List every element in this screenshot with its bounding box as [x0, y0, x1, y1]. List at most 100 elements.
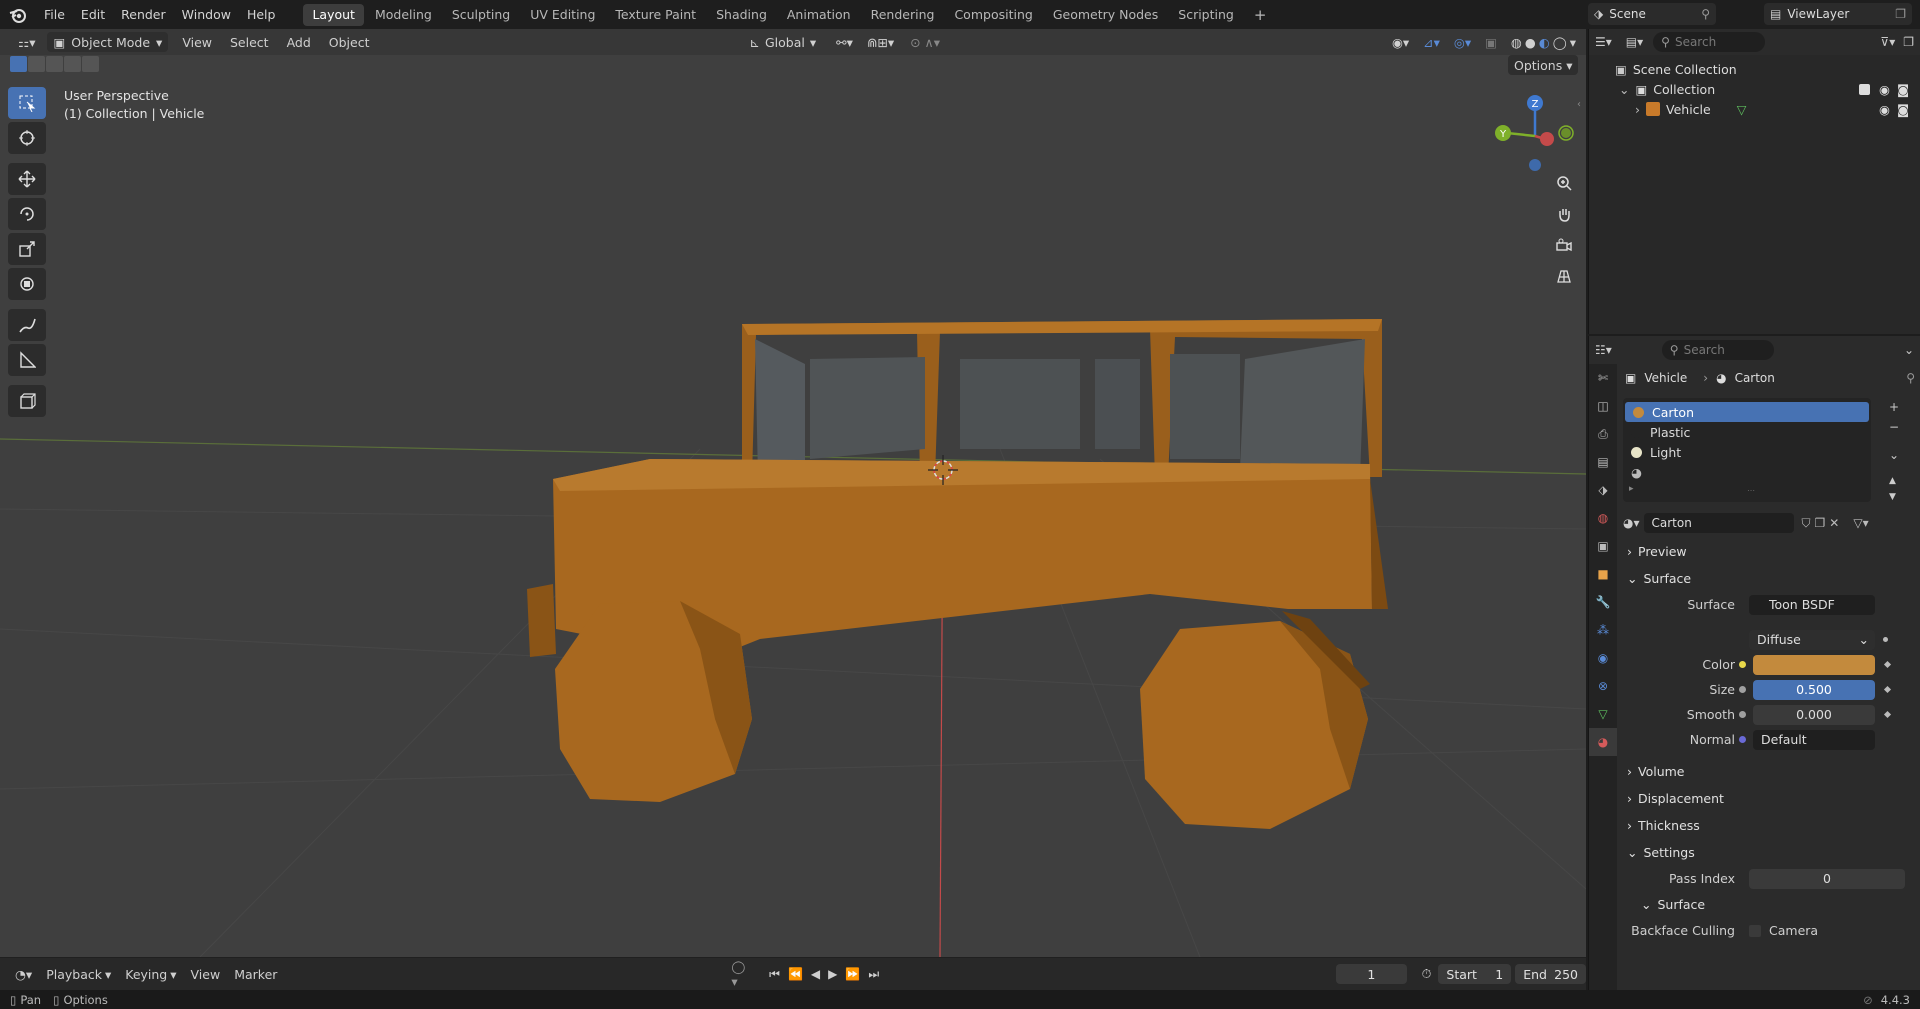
tab-texture-paint[interactable]: Texture Paint: [606, 4, 705, 26]
panel-preview[interactable]: › Preview: [1619, 538, 1920, 565]
tab-shading[interactable]: Shading: [707, 4, 776, 26]
3d-viewport[interactable]: ⚏▾ ▣ Object Mode ▾ View Select Add Objec…: [0, 29, 1586, 957]
timeline-editor-icon[interactable]: ◔▾: [8, 967, 39, 982]
camera-view-icon[interactable]: [1550, 231, 1578, 259]
color-swatch-field[interactable]: [1753, 654, 1875, 675]
timeline-view-menu[interactable]: View: [184, 967, 228, 982]
scene-tab-icon[interactable]: ⬗: [1589, 476, 1617, 504]
view-layer-selector[interactable]: ▤ ViewLayer ❐: [1764, 3, 1912, 25]
fake-user-icon[interactable]: ⛉: [1802, 516, 1811, 531]
tab-geometry-nodes[interactable]: Geometry Nodes: [1044, 4, 1167, 26]
snap-icon[interactable]: ⋒⊞▾: [861, 32, 900, 52]
select-intersect-icon[interactable]: [82, 56, 99, 72]
panel-thickness[interactable]: › Thickness: [1619, 812, 1920, 839]
chevron-left-icon[interactable]: ‹: [1577, 99, 1581, 110]
select-new-icon[interactable]: [10, 56, 27, 72]
tab-scripting[interactable]: Scripting: [1169, 4, 1243, 26]
menu-select[interactable]: Select: [224, 32, 275, 52]
material-shading-icon[interactable]: ◐: [1539, 35, 1550, 50]
material-slot-carton[interactable]: Carton: [1625, 402, 1869, 422]
surface-shader-field[interactable]: Toon BSDF: [1749, 594, 1875, 615]
menu-help[interactable]: Help: [239, 0, 284, 29]
next-keyframe-icon[interactable]: ⏩: [845, 967, 860, 981]
annotate-tool-icon[interactable]: [8, 309, 46, 341]
xray-toggle-icon[interactable]: ▣: [1479, 32, 1503, 52]
material-name-field[interactable]: Carton: [1643, 513, 1794, 533]
prev-keyframe-icon[interactable]: ⏪: [788, 967, 803, 981]
menu-render[interactable]: Render: [113, 0, 174, 29]
outliner-editor-icon[interactable]: ☰▾: [1595, 35, 1612, 49]
select-subtract-icon[interactable]: [46, 56, 63, 72]
keying-menu[interactable]: Keying ▾: [118, 967, 183, 982]
menu-edit[interactable]: Edit: [73, 0, 113, 29]
tab-modeling[interactable]: Modeling: [366, 4, 441, 26]
tab-sculpting[interactable]: Sculpting: [443, 4, 519, 26]
jump-start-icon[interactable]: ⏮: [769, 967, 780, 982]
render-tab-icon[interactable]: ◫: [1589, 392, 1617, 420]
properties-editor-icon[interactable]: ☷▾: [1595, 343, 1612, 357]
menu-object[interactable]: Object: [323, 32, 376, 52]
menu-file[interactable]: File: [36, 0, 73, 29]
play-icon[interactable]: ▶: [828, 967, 837, 981]
physics-tab-icon[interactable]: ◉: [1589, 644, 1617, 672]
modifier-tab-icon[interactable]: 🔧: [1589, 588, 1617, 616]
marker-menu[interactable]: Marker: [227, 967, 284, 982]
slot-menu-icon[interactable]: ⌄: [1889, 448, 1899, 462]
outliner-vehicle[interactable]: › Vehicle ▽ ◉ ◙: [1589, 99, 1920, 119]
rotate-tool-icon[interactable]: [8, 198, 46, 230]
scene-selector[interactable]: ⬗ Scene ⚲: [1588, 3, 1716, 25]
display-mode-icon[interactable]: ▤▾: [1626, 35, 1643, 49]
gizmo-toggle-icon[interactable]: ⊿▾: [1417, 32, 1446, 52]
blender-logo-icon[interactable]: [0, 0, 36, 29]
remove-slot-icon[interactable]: −: [1889, 420, 1899, 434]
material-slot-plastic[interactable]: Plastic: [1623, 422, 1871, 442]
tab-layout[interactable]: Layout: [303, 3, 364, 26]
duplicate-icon[interactable]: ❐: [1815, 516, 1826, 530]
select-extend-icon[interactable]: [28, 56, 45, 72]
pan-hand-icon[interactable]: [1550, 200, 1578, 228]
object-tab-icon[interactable]: ■: [1589, 560, 1617, 588]
select-invert-icon[interactable]: [64, 56, 81, 72]
pivot-point-icon[interactable]: ⚯▾: [830, 32, 859, 52]
new-view-layer-icon[interactable]: ❐: [1895, 7, 1906, 21]
tab-animation[interactable]: Animation: [778, 4, 860, 26]
properties-search-field[interactable]: ⚲ Search: [1661, 340, 1774, 360]
panel-surface[interactable]: ⌄ Surface: [1619, 565, 1920, 592]
menu-window[interactable]: Window: [174, 0, 239, 29]
material-slot-light[interactable]: Light: [1623, 442, 1871, 462]
auto-keying-icon[interactable]: ◯ ▾: [724, 959, 762, 989]
outliner-collection[interactable]: ⌄ ▣ Collection ◉ ◙: [1589, 79, 1920, 99]
eye-icon[interactable]: ◉: [1879, 102, 1890, 117]
smooth-slider[interactable]: 0.000: [1753, 704, 1875, 725]
measure-tool-icon[interactable]: [8, 344, 46, 376]
browse-material-icon[interactable]: ◕▾: [1623, 516, 1640, 530]
end-frame-field[interactable]: End 250: [1515, 964, 1586, 984]
filter-icon[interactable]: ⊽▾: [1880, 35, 1895, 49]
constraints-tab-icon[interactable]: ⊗: [1589, 672, 1617, 700]
keyframe-icon[interactable]: [1883, 710, 1892, 719]
current-frame-field[interactable]: 1: [1336, 964, 1407, 984]
orientation-dropdown[interactable]: ⊾ Global ▾: [743, 32, 822, 52]
pin-icon[interactable]: ⚲: [1701, 7, 1710, 21]
start-frame-field[interactable]: Start 1: [1438, 964, 1512, 984]
add-workspace-button[interactable]: +: [1245, 4, 1276, 26]
new-collection-icon[interactable]: ❐: [1903, 35, 1914, 49]
data-tab-icon[interactable]: ▽: [1589, 700, 1617, 728]
mesh-data-icon[interactable]: ▽: [1737, 102, 1747, 117]
move-down-icon[interactable]: ▼: [1889, 492, 1899, 502]
tab-rendering[interactable]: Rendering: [862, 4, 944, 26]
chevron-down-icon[interactable]: ▾: [1570, 35, 1576, 50]
tab-uv-editing[interactable]: UV Editing: [521, 4, 604, 26]
outliner-scene-collection[interactable]: ▣ Scene Collection: [1589, 59, 1920, 79]
navigation-gizmo[interactable]: Z Y: [1485, 89, 1585, 179]
move-up-icon[interactable]: ▲: [1889, 476, 1899, 486]
wireframe-shading-icon[interactable]: ◍: [1511, 35, 1522, 50]
transform-tool-icon[interactable]: [8, 268, 46, 300]
solid-shading-icon[interactable]: ●: [1525, 35, 1536, 50]
mode-dropdown[interactable]: ▣ Object Mode ▾: [47, 32, 169, 52]
chevron-down-icon[interactable]: ⌄: [1619, 82, 1629, 97]
normal-field[interactable]: Default: [1753, 729, 1875, 750]
exclude-checkbox-icon[interactable]: [1859, 83, 1870, 95]
unlink-icon[interactable]: ✕: [1829, 516, 1839, 530]
visibility-icon[interactable]: ◉▾: [1386, 32, 1415, 52]
